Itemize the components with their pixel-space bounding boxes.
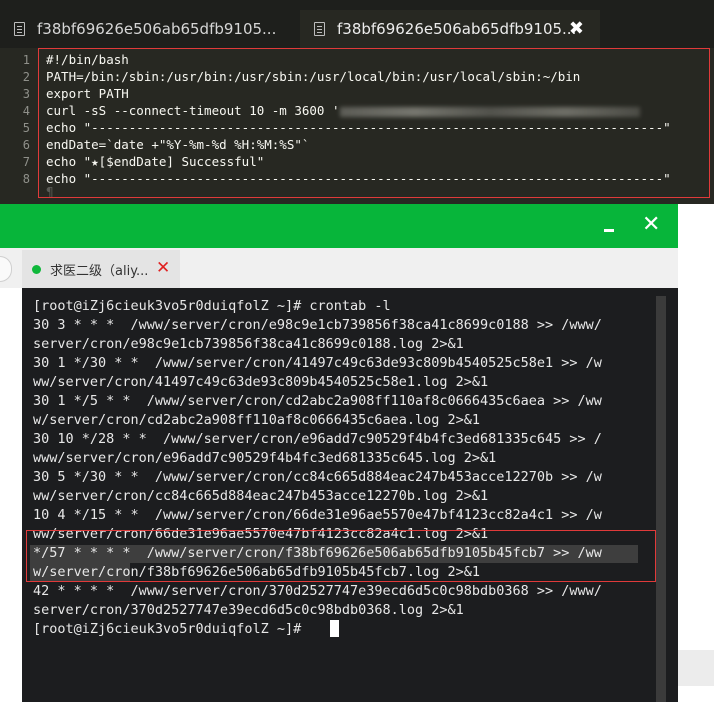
terminal-line: [root@iZj6cieuk3vo5r0duiqfolZ ~]# cronta… — [33, 298, 391, 314]
line-number: 7 — [22, 155, 30, 169]
terminal-line: server/cron/370d2527747e39ecd6d5c0c98bdb… — [33, 602, 464, 618]
line-number-gutter: 1 2 3 4 5 6 7 8 — [0, 48, 38, 230]
line-number: 6 — [22, 138, 30, 152]
terminal-scrollbar[interactable] — [656, 296, 666, 702]
editor-tab-1-label: f38bf69626e506ab65dfb9105... — [37, 20, 277, 38]
terminal-line: ww/server/cron/41497c49c63de93c809b45405… — [33, 374, 489, 390]
background-window — [678, 204, 714, 702]
annotation-box-terminal — [26, 530, 656, 582]
terminal-line: 10 4 */15 * * /www/server/cron/66de31e96… — [33, 507, 602, 523]
line-number: 8 — [22, 172, 30, 186]
file-icon — [314, 22, 325, 36]
connected-status-icon — [32, 264, 41, 274]
close-session-icon[interactable]: ✕ — [156, 258, 170, 278]
session-tab-label: 求医二级（aliy... — [50, 263, 149, 279]
file-icon — [14, 22, 25, 36]
editor-tab-2[interactable]: f38bf69626e506ab65dfb9105... ✖ — [300, 10, 600, 48]
terminal-line: 30 1 */30 * * /www/server/cron/41497c49c… — [33, 355, 602, 371]
editor-tab-2-label: f38bf69626e506ab65dfb9105... — [337, 20, 577, 38]
terminal-line: 30 5 */30 * * /www/server/cron/cc84c665d… — [33, 469, 602, 485]
terminal-line: www/server/cron/e96add7c90529f4b4fc3ed68… — [33, 450, 497, 466]
line-number: 2 — [22, 70, 30, 84]
terminal-line: ww/server/cron/cc84c665d884eac247b453acc… — [33, 488, 489, 504]
terminal-session-tab[interactable]: 求医二级（aliy... ✕ — [22, 250, 180, 288]
minimize-button[interactable] — [598, 222, 620, 244]
line-number: 3 — [22, 87, 30, 101]
close-tab-icon[interactable]: ✖ — [569, 18, 584, 39]
background-window-bar — [678, 650, 714, 686]
annotation-box-editor — [38, 48, 710, 198]
terminal-line: 30 10 */28 * * /www/server/cron/e96add7c… — [33, 431, 602, 447]
terminal-line: 42 * * * * /www/server/cron/370d2527747e… — [33, 583, 602, 599]
close-window-button[interactable]: ✕ — [642, 212, 668, 240]
terminal-line: 30 1 */5 * * /www/server/cron/cd2abc2a90… — [33, 393, 602, 409]
terminal-line: server/cron/e98c9e1cb739856f38ca41c8699c… — [33, 336, 464, 352]
editor-tab-1[interactable]: f38bf69626e506ab65dfb9105... — [0, 10, 298, 48]
line-number: 1 — [22, 53, 30, 67]
terminal-title-bar[interactable] — [0, 204, 678, 248]
line-number: 5 — [22, 121, 30, 135]
line-number: 4 — [22, 104, 30, 118]
terminal-prompt: [root@iZj6cieuk3vo5r0duiqfolZ ~]# — [33, 621, 310, 637]
editor-tab-bar: f38bf69626e506ab65dfb9105... f38bf69626e… — [0, 0, 714, 48]
terminal-line: w/server/cron/cd2abc2a908ff110af8c066643… — [33, 412, 481, 428]
terminal-cursor — [330, 620, 339, 637]
terminal-line: 30 3 * * * /www/server/cron/e98c9e1cb739… — [33, 317, 602, 333]
code-editor-window: f38bf69626e506ab65dfb9105... f38bf69626e… — [0, 0, 714, 230]
